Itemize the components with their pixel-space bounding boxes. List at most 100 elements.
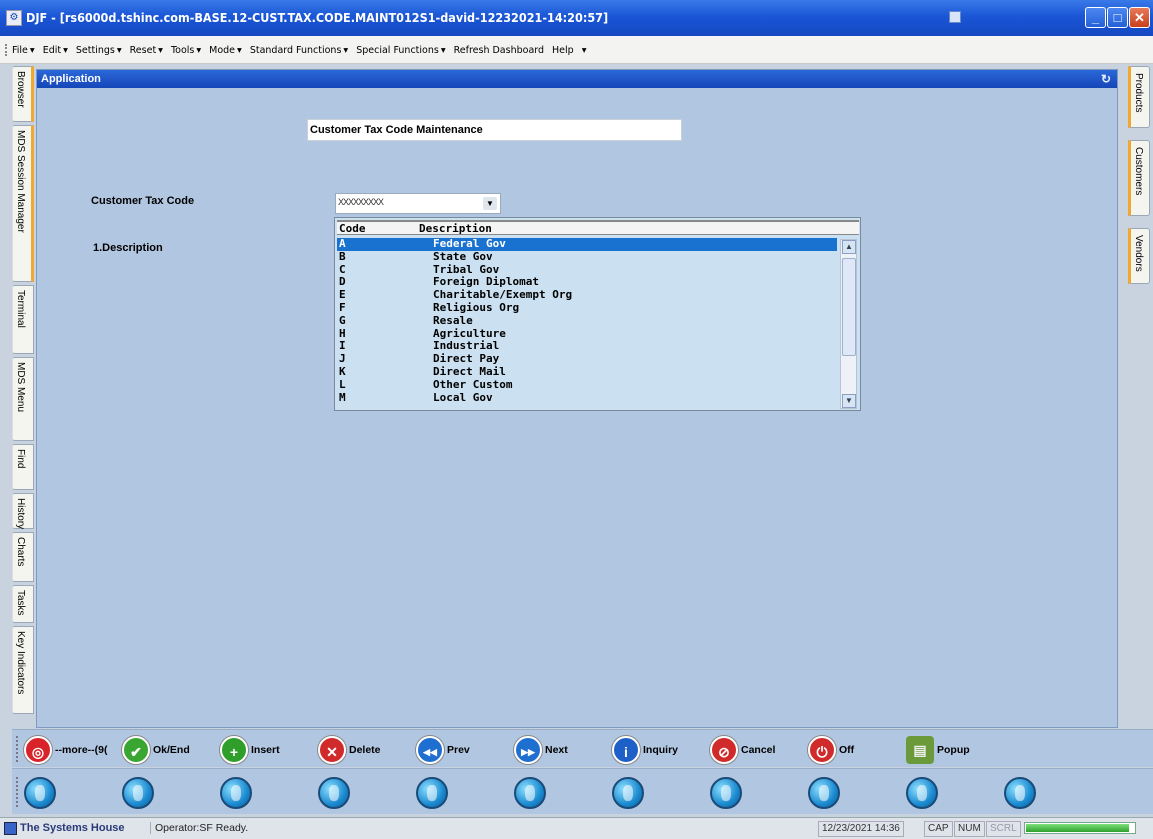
list-item-description: Local Gov [433,390,493,404]
globe-icon[interactable] [24,777,56,809]
delete-button[interactable]: ✕ Delete [318,736,381,764]
button-label: Next [545,744,568,756]
inquiry-button[interactable]: i Inquiry [612,736,678,764]
menu-reset[interactable]: Reset [130,45,157,56]
globe-icon[interactable] [514,777,546,809]
chevron-down-icon: ▾ [343,45,349,56]
tab-mds-session-manager[interactable]: MDS Session Manager [12,125,34,282]
tax-code-lookup-list[interactable]: Code Description A Federal Gov B State Gov C… [334,217,861,411]
column-header-description[interactable]: Description [419,222,492,235]
list-item[interactable]: C Tribal Gov [337,263,837,277]
tab-label: Find [15,449,26,469]
status-progress-bar [1024,822,1136,834]
menu-settings[interactable]: Settings [76,45,115,56]
description-label: 1.Description [93,242,163,254]
next-button[interactable]: ▶▶ Next [514,736,568,764]
scroll-down-icon[interactable]: ▼ [842,394,856,408]
close-button[interactable]: ✕ [1129,7,1150,28]
list-item[interactable]: E Charitable/Exempt Org [337,288,837,302]
tab-history[interactable]: History [12,493,34,529]
globe-icon[interactable] [122,777,154,809]
globe-icon[interactable] [906,777,938,809]
menu-refresh-dashboard[interactable]: Refresh Dashboard [454,45,544,56]
progress-fill [1026,824,1129,832]
menu-help[interactable]: Help [552,45,574,56]
list-item[interactable]: L Other Custom [337,378,837,392]
status-scrl: SCRL [986,821,1021,837]
lookup-scrollbar[interactable]: ▲ ▼ [840,239,857,409]
minimize-button[interactable]: _ [1085,7,1106,28]
toolbar-grip[interactable] [5,44,8,56]
tab-customers[interactable]: Customers [1128,140,1150,216]
list-item[interactable]: F Religious Org [337,300,837,315]
globe-icon[interactable] [416,777,448,809]
list-item-description: Direct Mail [433,364,506,378]
cancel-button[interactable]: ⊘ Cancel [710,736,775,764]
panel-header-label: Application [41,73,101,85]
chevron-down-icon: ▾ [63,45,68,56]
off-button[interactable]: ⏻ Off [808,736,854,764]
refresh-icon[interactable]: ↻ [1101,72,1111,86]
menu-file[interactable]: File [12,45,28,56]
menu-bar: File ▾ Edit ▾ Settings ▾ Reset ▾ Tools ▾ Mode ▾ Stan… [0,36,1153,64]
list-item[interactable]: I Industrial [337,340,837,353]
list-item[interactable]: G Resale [337,314,837,328]
tab-products[interactable]: Products [1128,66,1150,128]
globe-icon[interactable] [318,777,350,809]
tab-terminal[interactable]: Terminal [12,285,34,354]
more-button[interactable]: ◎ --more--(9( [24,736,108,764]
globe-icon[interactable] [220,777,252,809]
prev-button[interactable]: ◀◀ Prev [416,736,470,764]
menu-edit[interactable]: Edit [43,45,61,56]
menu-tools[interactable]: Tools [171,45,194,56]
scroll-up-icon[interactable]: ▲ [842,240,856,254]
save-icon[interactable] [4,822,17,835]
info-icon: i [612,736,640,764]
tab-mds-menu[interactable]: MDS Menu [12,357,34,441]
plus-icon: + [220,736,248,764]
tab-tasks[interactable]: Tasks [12,585,34,623]
status-datetime: 12/23/2021 14:36 [818,821,904,837]
scroll-thumb[interactable] [842,258,856,356]
toolbar-grip[interactable] [16,777,19,807]
tab-key-indicators[interactable]: Key Indicators [12,626,34,714]
customer-tax-code-input[interactable]: XXXXXXXXX ▼ [335,193,501,214]
tab-charts[interactable]: Charts [12,532,34,582]
database-add-icon: ▤ [906,736,934,764]
list-item[interactable]: B State Gov [337,250,837,264]
dropdown-arrow-icon[interactable]: ▼ [483,197,497,210]
insert-button[interactable]: + Insert [220,736,280,764]
status-bar: The Systems House Operator:SF Ready. 12/… [0,817,1153,839]
list-item[interactable]: H Agriculture [337,327,837,341]
menu-overflow-icon[interactable]: ▾ [582,45,587,56]
chevron-down-icon: ▾ [440,45,446,56]
list-item[interactable]: K Direct Mail [337,364,837,379]
check-icon: ✔ [122,736,150,764]
chevron-down-icon: ▾ [196,45,202,56]
list-item[interactable]: A Federal Gov [337,237,837,251]
column-header-code[interactable]: Code [339,222,366,235]
tab-label: Key Indicators [15,631,26,695]
list-item[interactable]: J Direct Pay [337,352,837,366]
globe-icon[interactable] [710,777,742,809]
list-item-description: Religious Org [433,300,520,314]
popup-button[interactable]: ▤ Popup [906,736,970,764]
menu-special-functions[interactable]: Special Functions [356,45,439,56]
tab-browser[interactable]: Browser [12,66,34,122]
ok-end-button[interactable]: ✔ Ok/End [122,736,190,764]
x-icon: ✕ [318,736,346,764]
status-cap: CAP [924,821,953,837]
globe-icon[interactable] [1004,777,1036,809]
operator-status: Operator:SF Ready. [150,822,248,834]
application-panel: Application ↻ Customer Tax Code Maintena… [36,69,1118,728]
globe-icon[interactable] [612,777,644,809]
maximize-button[interactable]: □ [1107,7,1128,28]
toolbar-grip[interactable] [16,736,19,762]
list-item[interactable]: M Local Gov [337,390,837,405]
globe-icon[interactable] [808,777,840,809]
menu-standard-functions[interactable]: Standard Functions [250,45,342,56]
menu-mode[interactable]: Mode [209,45,235,56]
list-item[interactable]: D Foreign Diplomat [337,276,837,289]
tab-find[interactable]: Find [12,444,34,490]
tab-vendors[interactable]: Vendors [1128,228,1150,284]
